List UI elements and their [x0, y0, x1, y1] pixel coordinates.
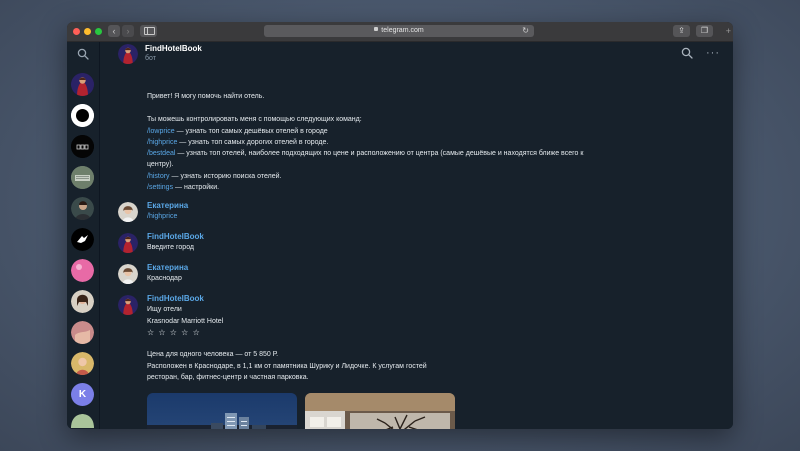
minimize-window-button[interactable]	[84, 28, 91, 35]
history-description: — узнать историю поиска отелей.	[169, 173, 282, 180]
hotel-rating-stars: ☆ ☆ ☆ ☆ ☆	[147, 328, 201, 337]
person-avatar-icon	[71, 290, 94, 313]
search-icon[interactable]	[77, 48, 89, 60]
command-line-history: /history — узнать историю поиска отелей.	[147, 173, 282, 180]
message-text[interactable]: /highprice	[147, 213, 177, 220]
message-text: Ищу отели	[147, 306, 182, 313]
chat-avatar-photo-1[interactable]	[71, 166, 94, 189]
share-icon: ⇪	[678, 26, 685, 35]
chat-avatar-bird[interactable]	[71, 228, 94, 251]
highprice-description: — узнать топ самых дорогих отелей в горо…	[177, 139, 329, 146]
chat-avatar-person-1[interactable]	[71, 197, 94, 220]
history-command-link[interactable]: /history	[147, 173, 170, 180]
message-sender[interactable]: Екатерина	[147, 263, 188, 272]
more-options-icon[interactable]: ···	[706, 47, 720, 59]
chat-status: бот	[145, 55, 156, 62]
pink-ball-icon	[71, 259, 94, 282]
lowprice-command-link[interactable]: /lowprice	[147, 128, 175, 135]
photo-thumbnail-icon	[71, 414, 94, 428]
forward-button[interactable]: ›	[122, 25, 134, 37]
chat-avatar-partial[interactable]	[71, 414, 94, 428]
person-avatar-icon	[71, 352, 94, 375]
sidebar-toggle-button[interactable]	[140, 25, 157, 37]
plus-icon: +	[725, 26, 731, 36]
chat-avatar-person-2[interactable]	[71, 290, 94, 313]
hotel-photo-exterior[interactable]	[147, 393, 297, 429]
bird-logo-icon	[71, 228, 94, 251]
close-window-button[interactable]	[73, 28, 80, 35]
tabs-overview-button[interactable]: ❐	[696, 25, 713, 37]
chat-avatar-letter[interactable]: K	[71, 383, 94, 406]
command-line-lowprice: /lowprice — узнать топ самых дешёвых оте…	[147, 128, 328, 135]
bot-avatar-icon	[118, 233, 138, 253]
share-button[interactable]: ⇪	[673, 25, 690, 37]
bestdeal-description-continued: центру).	[147, 161, 174, 168]
bot-avatar[interactable]	[118, 233, 138, 253]
message-text: Краснодар	[147, 275, 182, 282]
back-button[interactable]: ‹	[108, 25, 120, 37]
chat-avatar-pink[interactable]	[71, 259, 94, 282]
settings-description: — настройки.	[173, 184, 220, 191]
search-icon[interactable]	[681, 47, 693, 59]
tabs-icon: ❐	[700, 26, 709, 35]
person-avatar-icon	[71, 197, 94, 220]
chat-avatar-person-3[interactable]	[71, 352, 94, 375]
message-sender[interactable]: Екатерина	[147, 201, 188, 210]
hotel-description: Расположен в Краснодаре, в 1,1 км от пам…	[147, 363, 427, 370]
chevron-left-icon: ‹	[112, 26, 116, 36]
highprice-command-link[interactable]: /highprice	[147, 139, 177, 146]
photo-thumbnail-icon	[71, 166, 94, 189]
hotel-price: Цена для одного человека — от 5 850 Р.	[147, 351, 279, 358]
command-line-settings: /settings — настройки.	[147, 184, 219, 191]
browser-toolbar: ‹ › telegram.com ↻ ⇪ ❐ +	[67, 22, 733, 42]
lock-icon	[374, 27, 379, 32]
new-tab-button[interactable]: +	[726, 26, 731, 36]
commands-intro-text: Ты можешь контролировать меня с помощью …	[147, 116, 362, 123]
url-text: telegram.com	[381, 27, 424, 34]
ring-logo-icon	[71, 104, 94, 127]
bot-avatar-icon	[71, 73, 94, 96]
reload-icon[interactable]: ↻	[522, 25, 529, 37]
settings-command-link[interactable]: /settings	[147, 184, 173, 191]
chat-list-rail: K	[67, 42, 100, 429]
bot-avatar-icon	[118, 44, 138, 64]
chat-panel: FindHotelBook бот ··· Привет! Я могу пом…	[100, 42, 733, 429]
maximize-window-button[interactable]	[95, 28, 102, 35]
bestdeal-description: — узнать топ отелей, наиболее подходящих…	[175, 150, 584, 157]
browser-window: ‹ › telegram.com ↻ ⇪ ❐ + K FindHotelBook…	[67, 22, 733, 429]
address-bar[interactable]: telegram.com ↻	[264, 25, 534, 37]
message-sender[interactable]: FindHotelBook	[147, 232, 204, 241]
city-night-photo	[147, 393, 297, 429]
chat-avatar-photo-2[interactable]	[71, 321, 94, 344]
bot-avatar-icon	[118, 295, 138, 315]
greeting-text: Привет! Я могу помочь найти отель.	[147, 93, 265, 100]
hotel-description-continued: ресторан, бар, фитнес-центр и частная па…	[147, 374, 309, 381]
lowprice-description: — узнать топ самых дешёвых отелей в горо…	[174, 128, 328, 135]
person-avatar-icon	[118, 202, 138, 222]
message-sender[interactable]: FindHotelBook	[147, 294, 204, 303]
avatar-letter: K	[78, 389, 87, 400]
chat-avatar-042[interactable]	[71, 135, 94, 158]
user-avatar[interactable]	[118, 202, 138, 222]
command-line-highprice: /highprice — узнать топ самых дорогих от…	[147, 139, 328, 146]
hotel-lobby-photo	[305, 393, 455, 429]
hotel-name: Krasnodar Marriott Hotel	[147, 318, 224, 325]
sidebar-icon	[144, 27, 155, 35]
message-text: Введите город	[147, 244, 195, 251]
bestdeal-command-link[interactable]: /bestdeal	[147, 150, 175, 157]
command-line-bestdeal: /bestdeal — узнать топ отелей, наиболее …	[147, 150, 583, 157]
chat-header: FindHotelBook бот ···	[100, 42, 733, 68]
hotel-photo-lobby[interactable]	[305, 393, 455, 429]
chat-avatar-findhotelbook[interactable]	[71, 73, 94, 96]
chevron-right-icon: ›	[126, 26, 130, 36]
chat-header-avatar[interactable]	[118, 44, 138, 64]
chat-title[interactable]: FindHotelBook	[145, 44, 202, 53]
photo-thumbnail-icon	[71, 321, 94, 344]
chat-avatar-ring[interactable]	[71, 104, 94, 127]
bot-avatar[interactable]	[118, 295, 138, 315]
person-avatar-icon	[118, 264, 138, 284]
digital-logo-icon	[71, 135, 94, 158]
user-avatar[interactable]	[118, 264, 138, 284]
